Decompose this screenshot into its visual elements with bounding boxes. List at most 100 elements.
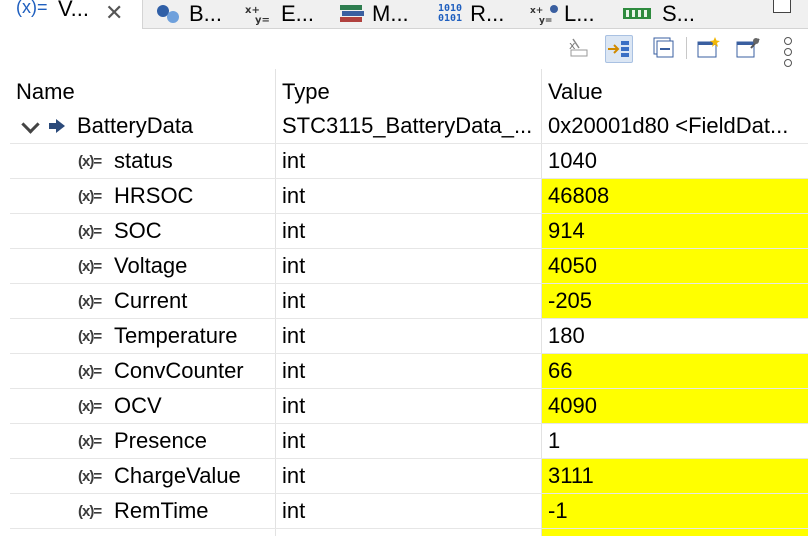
name-cell: (x)= RemTime <box>10 494 276 528</box>
remove-all-button[interactable]: x <box>566 35 592 61</box>
value-cell[interactable]: 4050 <box>542 249 808 283</box>
tab-breakpoints[interactable]: B... <box>155 0 222 28</box>
variable-name: BatteryData <box>77 113 194 138</box>
type-cell <box>276 529 542 536</box>
variable-name: OCV <box>114 393 162 418</box>
tab-label: M... <box>372 1 409 26</box>
tab-registers[interactable]: 1010 0101 R... <box>438 0 504 28</box>
value-cell[interactable]: 46808 <box>542 179 808 213</box>
name-cell: (x)= ConvCounter <box>10 354 276 388</box>
variable-name: Current <box>114 288 188 313</box>
show-type-names-icon <box>608 41 629 57</box>
table-row[interactable]: (x)= Temperature int 180 <box>10 319 808 354</box>
new-window-button[interactable] <box>696 35 722 61</box>
name-cell: (x)= HRSOC <box>10 179 276 213</box>
tab-label: L... <box>564 1 595 26</box>
value-cell[interactable]: 3111 <box>542 459 808 493</box>
svg-text:y=: y= <box>255 15 270 25</box>
name-cell: (x)= ChargeValue <box>10 459 276 493</box>
variable-icon: (x)= <box>78 502 102 520</box>
variable-icon: (x)= <box>78 362 102 380</box>
value-cell[interactable]: -205 <box>542 284 808 318</box>
variable-icon: (x)= <box>78 467 102 485</box>
table-row[interactable]: (x)= RemTime int -1 <box>10 494 808 529</box>
table-row[interactable]: (x)= ConvCounter int 66 <box>10 354 808 389</box>
table-row[interactable]: (x)= OCV int 4090 <box>10 389 808 424</box>
tab-label: V... <box>58 0 89 21</box>
variable-icon: (x)= <box>78 152 102 170</box>
name-cell: (x)= Temperature <box>10 319 276 353</box>
tab-label: E... <box>281 1 315 26</box>
maximize-icon[interactable] <box>773 0 791 13</box>
table-row[interactable]: (x)= Voltage int 4050 <box>10 249 808 284</box>
type-cell: int <box>276 284 542 318</box>
close-icon[interactable]: ✕ <box>105 1 123 26</box>
view-toolbar: x <box>0 29 808 69</box>
expressions-icon: x+ y= <box>245 5 270 25</box>
variable-icon: (x)= <box>78 397 102 415</box>
new-window-icon <box>697 37 720 58</box>
tab-label: S... <box>662 1 696 26</box>
value-cell[interactable]: 0x20001d80 <FieldDat... <box>542 109 808 143</box>
view-tab-strip: (x)= V... ✕ B... x+ y= E... M... 1010 01… <box>0 0 808 29</box>
column-header-type[interactable]: Type <box>276 69 542 109</box>
pin-button[interactable] <box>735 35 761 61</box>
table-row[interactable]: (x)= SOC int 914 <box>10 214 808 249</box>
value-cell[interactable]: 1040 <box>542 144 808 178</box>
variables-icon: (x)= <box>16 0 48 17</box>
value-cell[interactable]: 180 <box>542 319 808 353</box>
variable-name: ChargeValue <box>114 463 241 488</box>
remove-all-icon: x <box>569 38 588 57</box>
table-row[interactable]: (x)= Presence int 1 <box>10 424 808 459</box>
type-cell: int <box>276 179 542 213</box>
type-cell: int <box>276 144 542 178</box>
table-row-parent[interactable]: BatteryData STC3115_BatteryData_... 0x20… <box>10 109 808 144</box>
toolbar-separator <box>686 37 687 59</box>
variable-name: Voltage <box>114 253 188 278</box>
variable-icon: (x)= <box>78 187 102 205</box>
breakpoints-icon <box>157 5 179 23</box>
variable-name: RemTime <box>114 498 209 523</box>
type-cell: int <box>276 424 542 458</box>
tab-modules[interactable]: M... <box>338 0 409 28</box>
tab-live-expressions[interactable]: x+ y= L... <box>530 0 595 28</box>
variable-name: HRSOC <box>114 183 194 208</box>
table-row[interactable]: (x)= Current int -205 <box>10 284 808 319</box>
pin-icon <box>736 38 760 58</box>
tab-variables[interactable]: (x)= V... ✕ <box>0 0 143 29</box>
name-cell: (x)= status <box>10 144 276 178</box>
name-cell: (x)= Current <box>10 284 276 318</box>
chevron-down-icon[interactable] <box>21 114 40 134</box>
variable-icon: (x)= <box>78 327 102 345</box>
variables-tree-table: Name Type Value BatteryData STC3115_Batt… <box>10 69 808 536</box>
view-menu-icon[interactable] <box>783 37 793 67</box>
variable-name: SOC <box>114 218 162 243</box>
show-type-names-button[interactable] <box>605 35 633 63</box>
variable-icon: (x)= <box>78 257 102 275</box>
variable-name: ConvCounter <box>114 358 244 383</box>
table-row[interactable]: (x)= HRSOC int 46808 <box>10 179 808 214</box>
column-header-name[interactable]: Name <box>10 69 276 109</box>
value-cell[interactable]: -1 <box>542 494 808 528</box>
collapse-all-icon <box>653 37 674 58</box>
type-cell: int <box>276 354 542 388</box>
value-cell[interactable]: 1 <box>542 424 808 458</box>
value-cell[interactable]: 914 <box>542 214 808 248</box>
type-cell: STC3115_BatteryData_... <box>276 109 542 143</box>
variable-name: Temperature <box>114 323 238 348</box>
value-cell[interactable]: 4090 <box>542 389 808 423</box>
value-cell[interactable]: 66 <box>542 354 808 388</box>
table-row[interactable]: (x)= status int 1040 <box>10 144 808 179</box>
tab-label: R... <box>470 1 505 26</box>
column-header-value[interactable]: Value <box>542 69 808 109</box>
variable-icon: (x)= <box>78 432 102 450</box>
table-row-partial[interactable] <box>10 529 808 536</box>
type-cell: int <box>276 249 542 283</box>
table-row[interactable]: (x)= ChargeValue int 3111 <box>10 459 808 494</box>
collapse-all-button[interactable] <box>650 35 676 61</box>
value-cell[interactable] <box>542 529 808 536</box>
tab-expressions[interactable]: x+ y= E... <box>245 0 314 28</box>
name-cell: (x)= OCV <box>10 389 276 423</box>
svg-text:y=: y= <box>539 16 552 25</box>
tab-sfrs[interactable]: S... <box>622 0 695 28</box>
